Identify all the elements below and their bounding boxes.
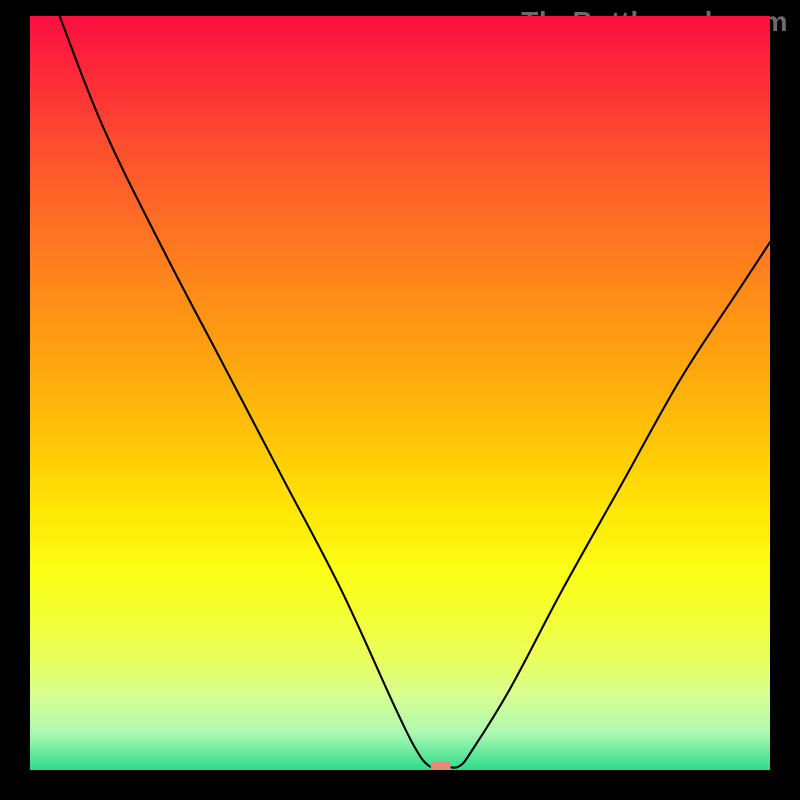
plot-svg [30, 16, 770, 770]
bottleneck-curve [60, 16, 770, 768]
chart-frame: TheBottleneck.com [0, 0, 800, 800]
minimum-marker [431, 761, 451, 770]
